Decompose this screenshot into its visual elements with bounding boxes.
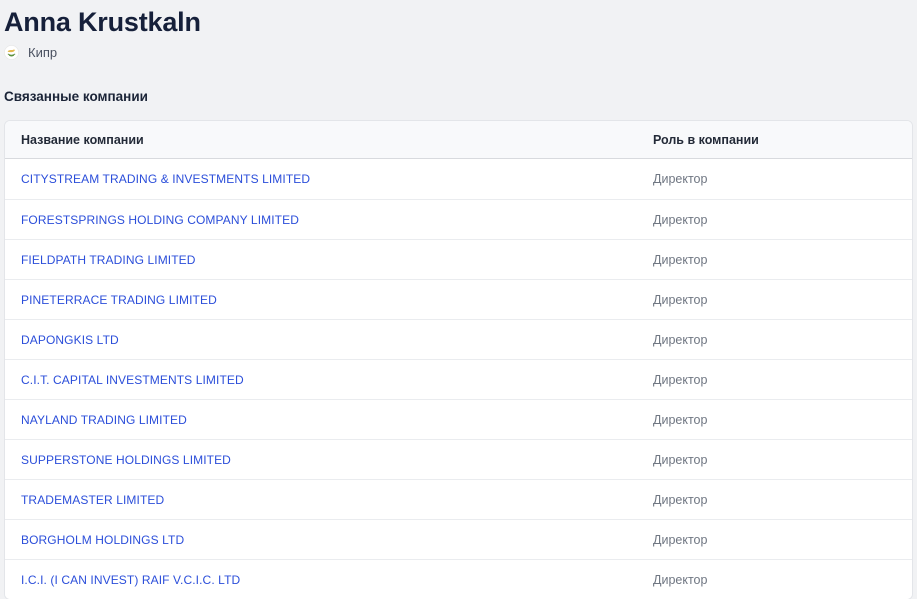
column-header-company: Название компании xyxy=(5,133,649,147)
role-text: Директор xyxy=(653,333,707,347)
company-cell: DAPONGKIS LTD xyxy=(5,333,649,347)
table-row: FORESTSPRINGS HOLDING COMPANY LIMITED Дир… xyxy=(5,199,912,239)
country-label: Кипр xyxy=(28,45,57,60)
table-row: PINETERRACE TRADING LIMITED Директор xyxy=(5,279,912,319)
company-cell: CITYSTREAM TRADING & INVESTMENTS LIMITED xyxy=(5,172,649,186)
company-link[interactable]: NAYLAND TRADING LIMITED xyxy=(21,413,187,427)
role-text: Директор xyxy=(653,253,707,267)
person-profile-page: Anna Krustkaln Кипр Связанные компании Н… xyxy=(0,0,917,599)
role-text: Директор xyxy=(653,172,707,186)
company-cell: NAYLAND TRADING LIMITED xyxy=(5,413,649,427)
company-cell: FIELDPATH TRADING LIMITED xyxy=(5,253,649,267)
company-cell: TRADEMASTER LIMITED xyxy=(5,493,649,507)
role-cell: Директор xyxy=(649,533,912,547)
company-link[interactable]: DAPONGKIS LTD xyxy=(21,333,119,347)
company-cell: SUPPERSTONE HOLDINGS LIMITED xyxy=(5,453,649,467)
role-cell: Директор xyxy=(649,333,912,347)
table-row: BORGHOLM HOLDINGS LTD Директор xyxy=(5,519,912,559)
role-cell: Директор xyxy=(649,493,912,507)
role-text: Директор xyxy=(653,533,707,547)
table-header-row: Название компании Роль в компании xyxy=(5,121,912,159)
company-link[interactable]: SUPPERSTONE HOLDINGS LIMITED xyxy=(21,453,231,467)
role-text: Директор xyxy=(653,293,707,307)
cyprus-flag-icon xyxy=(4,45,19,60)
company-cell: I.C.I. (I CAN INVEST) RAIF V.C.I.C. LTD xyxy=(5,573,649,587)
company-link[interactable]: C.I.T. CAPITAL INVESTMENTS LIMITED xyxy=(21,373,244,387)
table-row: TRADEMASTER LIMITED Директор xyxy=(5,479,912,519)
table-row: DAPONGKIS LTD Директор xyxy=(5,319,912,359)
table-row: CITYSTREAM TRADING & INVESTMENTS LIMITED… xyxy=(5,159,912,199)
company-link[interactable]: FIELDPATH TRADING LIMITED xyxy=(21,253,196,267)
company-cell: C.I.T. CAPITAL INVESTMENTS LIMITED xyxy=(5,373,649,387)
company-cell: PINETERRACE TRADING LIMITED xyxy=(5,293,649,307)
company-cell: BORGHOLM HOLDINGS LTD xyxy=(5,533,649,547)
role-cell: Директор xyxy=(649,413,912,427)
table-row: NAYLAND TRADING LIMITED Директор xyxy=(5,399,912,439)
role-cell: Директор xyxy=(649,172,912,186)
role-text: Директор xyxy=(653,413,707,427)
role-text: Директор xyxy=(653,453,707,467)
role-text: Директор xyxy=(653,213,707,227)
page-title: Anna Krustkaln xyxy=(4,6,913,38)
role-cell: Директор xyxy=(649,213,912,227)
column-header-role: Роль в компании xyxy=(649,133,912,147)
table-row: SUPPERSTONE HOLDINGS LIMITED Директор xyxy=(5,439,912,479)
company-link[interactable]: I.C.I. (I CAN INVEST) RAIF V.C.I.C. LTD xyxy=(21,573,240,587)
role-text: Директор xyxy=(653,493,707,507)
table-row: I.C.I. (I CAN INVEST) RAIF V.C.I.C. LTD Д… xyxy=(5,559,912,599)
company-link[interactable]: FORESTSPRINGS HOLDING COMPANY LIMITED xyxy=(21,213,299,227)
company-link[interactable]: CITYSTREAM TRADING & INVESTMENTS LIMITED xyxy=(21,172,310,186)
company-link[interactable]: BORGHOLM HOLDINGS LTD xyxy=(21,533,184,547)
role-text: Директор xyxy=(653,573,707,587)
role-cell: Директор xyxy=(649,453,912,467)
company-cell: FORESTSPRINGS HOLDING COMPANY LIMITED xyxy=(5,213,649,227)
role-cell: Директор xyxy=(649,573,912,587)
table-body: CITYSTREAM TRADING & INVESTMENTS LIMITED… xyxy=(5,159,912,599)
role-cell: Директор xyxy=(649,253,912,267)
role-cell: Директор xyxy=(649,293,912,307)
company-link[interactable]: TRADEMASTER LIMITED xyxy=(21,493,164,507)
role-text: Директор xyxy=(653,373,707,387)
section-title: Связанные компании xyxy=(4,89,913,104)
country-row: Кипр xyxy=(4,44,913,60)
table-row: C.I.T. CAPITAL INVESTMENTS LIMITED Директ… xyxy=(5,359,912,399)
table-row: FIELDPATH TRADING LIMITED Директор xyxy=(5,239,912,279)
related-companies-table: Название компании Роль в компании CITYST… xyxy=(4,120,913,599)
company-link[interactable]: PINETERRACE TRADING LIMITED xyxy=(21,293,217,307)
role-cell: Директор xyxy=(649,373,912,387)
